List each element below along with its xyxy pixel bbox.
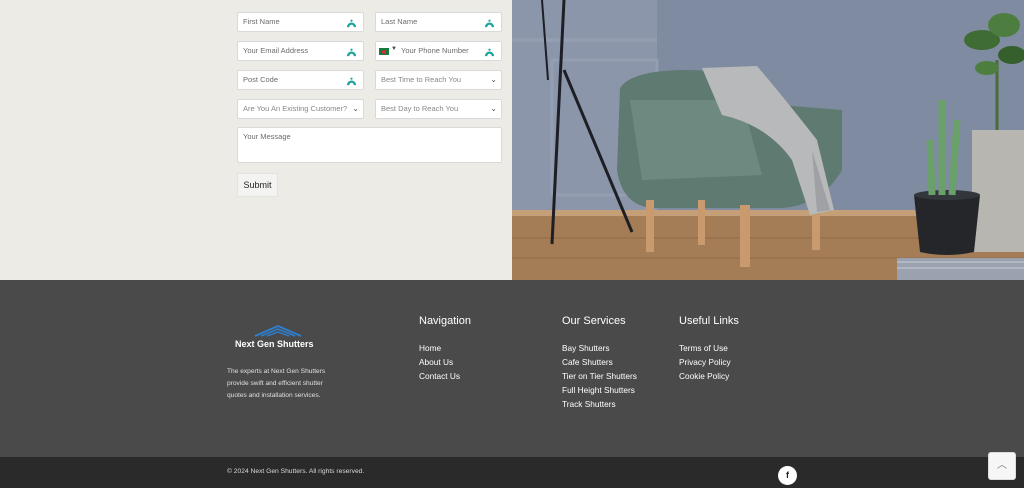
best-day-select[interactable]: Best Day to Reach You ⌄ (375, 99, 502, 119)
about-text: The experts at Next Gen Shutters provide… (227, 368, 326, 399)
site-footer (0, 280, 1024, 457)
footer-link-terms[interactable]: Terms of Use (679, 341, 731, 355)
contact-form: First Name Last Name Your Email Address … (0, 0, 512, 280)
chevron-down-icon: ⌄ (352, 104, 359, 113)
footer-bottom-bar (0, 457, 1024, 488)
facebook-icon[interactable]: f (778, 466, 797, 485)
footer-link-about[interactable]: About Us (419, 355, 460, 369)
existing-customer-select[interactable]: Are You An Existing Customer? ⌄ (237, 99, 364, 119)
password-manager-icon[interactable] (484, 17, 495, 28)
brand-name: Next Gen Shutters (235, 339, 314, 349)
footer-link-bay-shutters[interactable]: Bay Shutters (562, 341, 637, 355)
chevron-down-icon: ⌄ (490, 75, 497, 84)
last-name-field[interactable]: Last Name (375, 12, 502, 32)
password-manager-icon[interactable] (346, 46, 357, 57)
submit-button[interactable]: Submit (237, 173, 278, 197)
footer-link-track-shutters[interactable]: Track Shutters (562, 397, 637, 411)
footer-link-home[interactable]: Home (419, 341, 460, 355)
email-placeholder: Your Email Address (243, 46, 309, 55)
country-dropdown-caret-icon[interactable]: ▼ (391, 46, 397, 52)
message-textarea[interactable]: Your Message (237, 127, 502, 163)
phone-placeholder: Your Phone Number (401, 46, 469, 55)
chevron-down-icon: ⌄ (490, 104, 497, 113)
navigation-list: Home About Us Contact Us (419, 341, 460, 383)
chevron-up-icon: ︿ (997, 460, 1007, 471)
first-name-field[interactable]: First Name (237, 12, 364, 32)
copyright-text: © 2024 Next Gen Shutters. All rights res… (227, 468, 365, 475)
last-name-placeholder: Last Name (381, 17, 418, 26)
postcode-field[interactable]: Post Code (237, 70, 364, 90)
footer-link-privacy[interactable]: Privacy Policy (679, 355, 731, 369)
services-list: Bay Shutters Cafe Shutters Tier on Tier … (562, 341, 637, 411)
email-field[interactable]: Your Email Address (237, 41, 364, 61)
footer-link-contact[interactable]: Contact Us (419, 369, 460, 383)
password-manager-icon[interactable] (346, 17, 357, 28)
best-time-select[interactable]: Best Time to Reach You ⌄ (375, 70, 502, 90)
existing-customer-placeholder: Are You An Existing Customer? (243, 104, 348, 113)
message-placeholder: Your Message (243, 132, 291, 141)
services-title: Our Services (562, 315, 626, 327)
postcode-placeholder: Post Code (243, 75, 279, 84)
bangladesh-flag-icon[interactable] (379, 48, 389, 55)
phone-field[interactable]: ▼ Your Phone Number (375, 41, 502, 61)
useful-links-list: Terms of Use Privacy Policy Cookie Polic… (679, 341, 731, 383)
password-manager-icon[interactable] (484, 46, 495, 57)
living-room-illustration (512, 0, 1024, 280)
footer-link-full-height-shutters[interactable]: Full Height Shutters (562, 383, 637, 397)
first-name-placeholder: First Name (243, 17, 280, 26)
footer-link-tier-shutters[interactable]: Tier on Tier Shutters (562, 369, 637, 383)
useful-links-title: Useful Links (679, 315, 739, 327)
armchair-photo (512, 0, 1024, 280)
best-day-placeholder: Best Day to Reach You (381, 104, 459, 113)
contact-section: First Name Last Name Your Email Address … (0, 0, 1024, 280)
back-to-top-button[interactable]: ︿ (988, 452, 1016, 480)
password-manager-icon[interactable] (346, 75, 357, 86)
navigation-title: Navigation (419, 315, 471, 327)
footer-link-cookie[interactable]: Cookie Policy (679, 369, 731, 383)
best-time-placeholder: Best Time to Reach You (381, 75, 462, 84)
footer-link-cafe-shutters[interactable]: Cafe Shutters (562, 355, 637, 369)
